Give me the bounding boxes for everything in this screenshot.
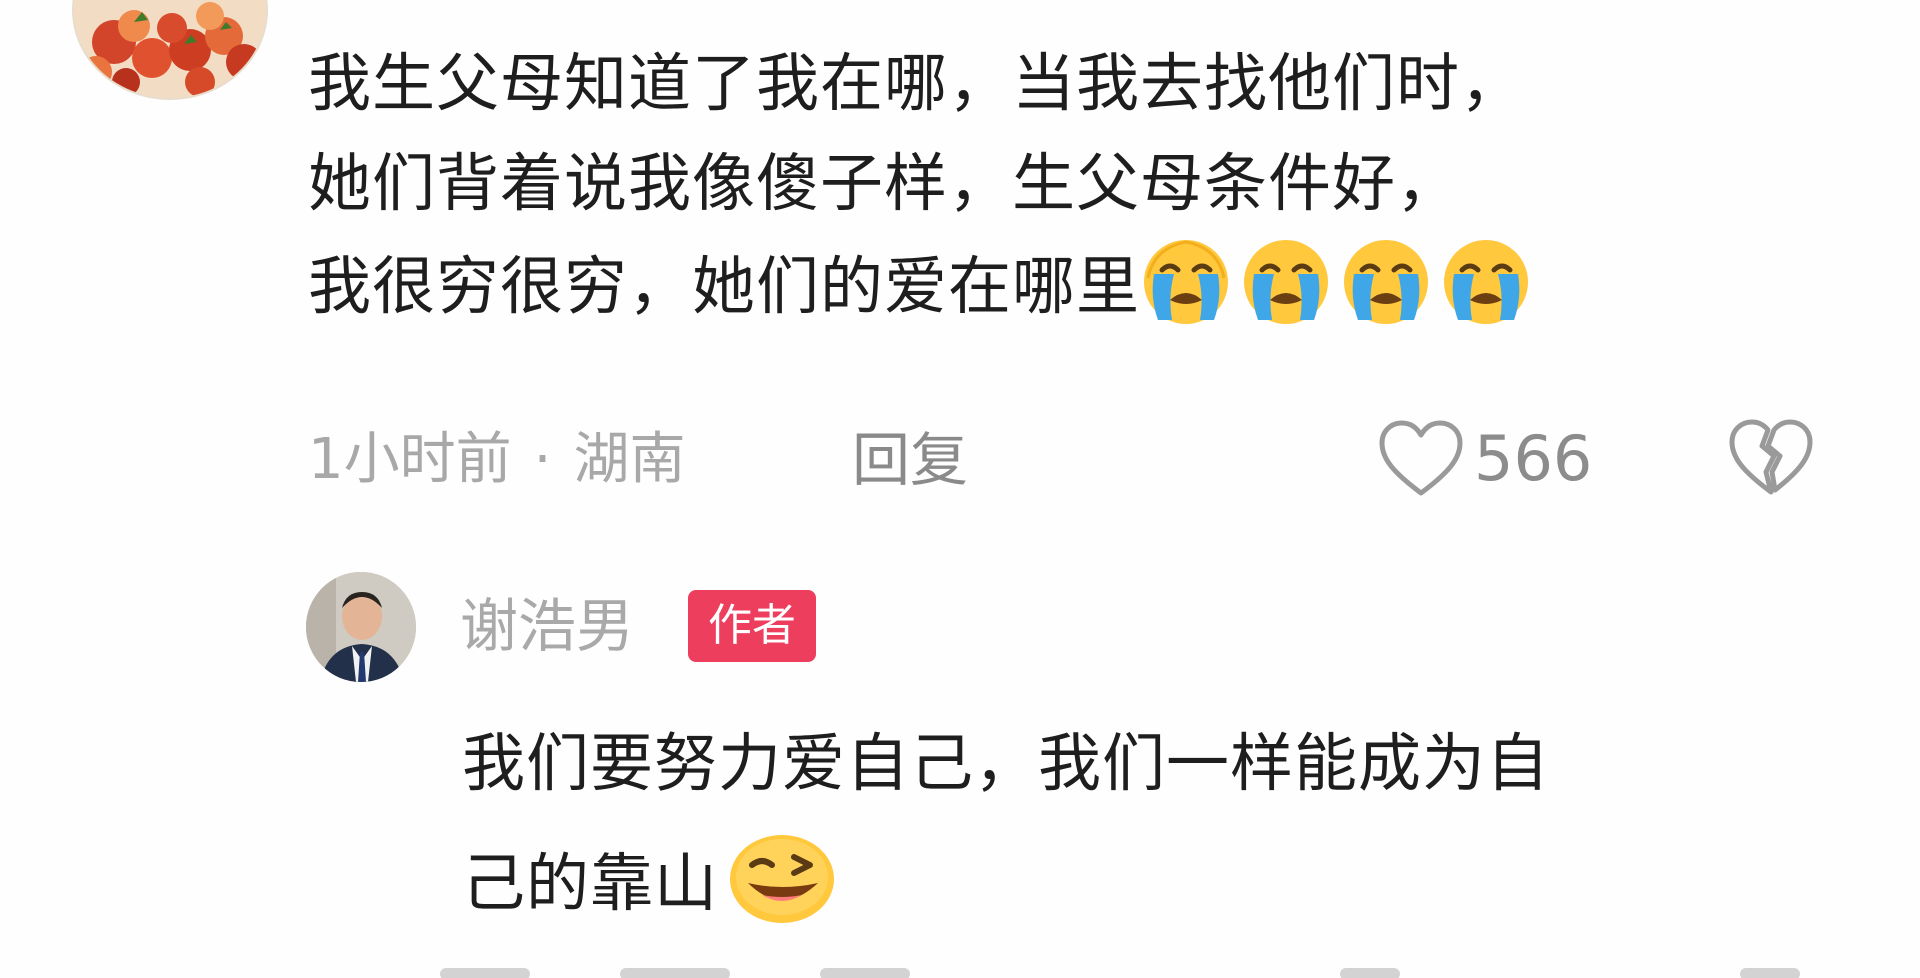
comment-line: 我生父母知道了我在哪，当我去找他们时，	[308, 47, 1524, 120]
author-avatar[interactable]	[306, 572, 416, 682]
crying-face-icon	[1140, 234, 1232, 326]
reply-body: 我们要努力爱自己，我们一样能成为自 己的靠山	[462, 704, 1862, 944]
dislike-button[interactable]	[1728, 416, 1814, 500]
crying-face-icon	[1340, 234, 1432, 326]
comment-line-with-emoji: 我很穷很穷，她们的爱在哪里	[308, 234, 1868, 337]
partial-icon	[1340, 968, 1400, 978]
comment-line: 我很穷很穷，她们的爱在哪里	[308, 250, 1140, 323]
like-button[interactable]: 566	[1378, 414, 1592, 504]
partial-text	[820, 968, 910, 978]
comment-location: 湖南	[573, 427, 686, 492]
meta-separator: ·	[533, 427, 552, 492]
crying-face-icon	[1240, 234, 1332, 326]
crying-face-icon	[1440, 234, 1532, 326]
broken-heart-icon	[1728, 416, 1814, 500]
author-name[interactable]: 谢浩男	[460, 586, 634, 666]
winking-face-icon	[722, 827, 840, 927]
comment-time: 1小时前	[308, 427, 512, 492]
next-row-partial	[440, 960, 1860, 978]
like-count: 566	[1474, 422, 1593, 495]
partial-text	[440, 968, 530, 978]
commenter-avatar[interactable]	[72, 0, 268, 100]
comment-thread: 我生父母知道了我在哪，当我去找他们时， 她们背着说我像傻子样，生父母条件好， 我…	[0, 0, 1920, 978]
author-badge: 作者	[688, 590, 816, 662]
heart-icon	[1378, 419, 1464, 499]
comment-body: 我生父母知道了我在哪，当我去找他们时， 她们背着说我像傻子样，生父母条件好， 我…	[308, 34, 1868, 337]
reply-line: 己的靠山	[462, 847, 718, 920]
comment-meta: 1小时前 · 湖南	[308, 420, 685, 500]
reply-button[interactable]: 回复	[852, 420, 968, 500]
comment-line: 她们背着说我像傻子样，生父母条件好，	[308, 147, 1460, 220]
partial-icon	[1740, 968, 1800, 978]
partial-text	[620, 968, 730, 978]
reply-line-with-emoji: 己的靠山	[462, 824, 1862, 944]
reply-line: 我们要努力爱自己，我们一样能成为自	[462, 727, 1550, 800]
